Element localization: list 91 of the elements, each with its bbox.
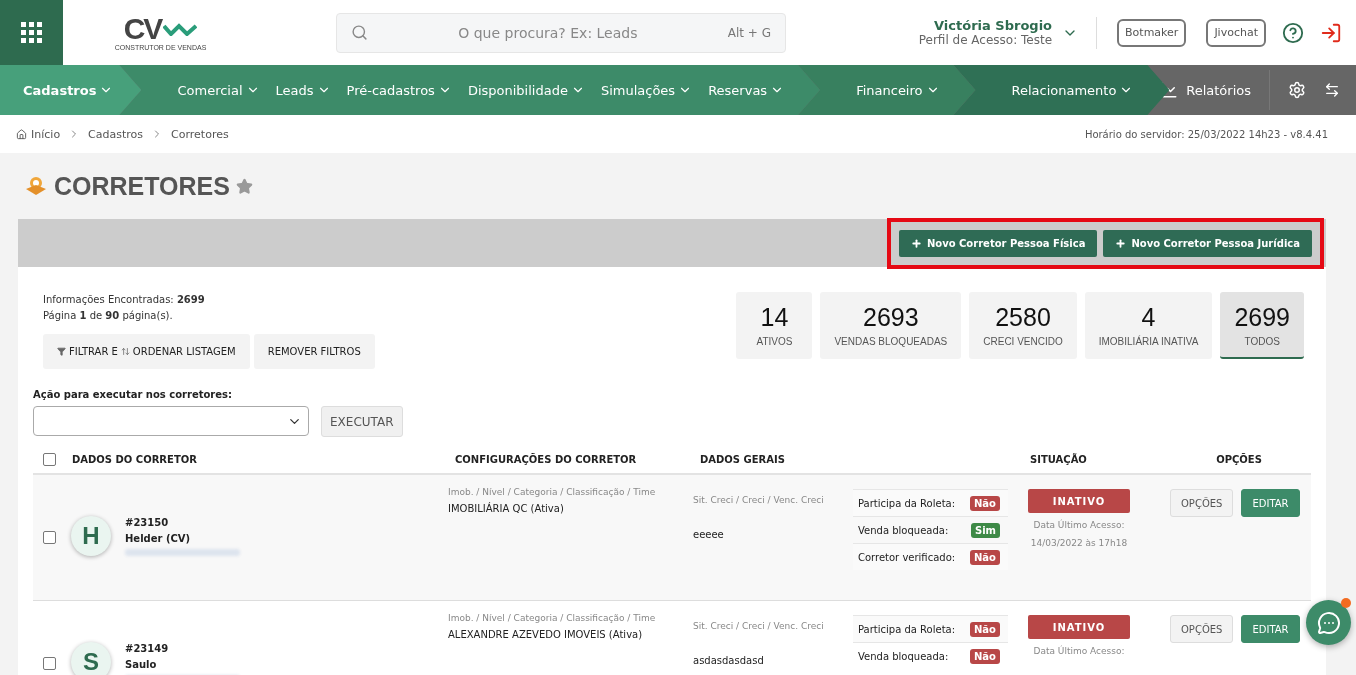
user-profile: Perfil de Acesso: Teste (918, 33, 1053, 47)
search-input[interactable]: O que procura? Ex: Leads (368, 23, 728, 42)
grid-icon (20, 21, 43, 44)
last-access-date: 14/03/2022 às 17h18 (1030, 537, 1128, 550)
search-field[interactable]: O que procura? Ex: Leads Alt + G (336, 12, 786, 53)
integration-button[interactable]: Botmaker (1117, 18, 1187, 47)
search-icon (351, 24, 368, 41)
logo-mark: CV (123, 14, 162, 44)
home-icon (16, 128, 27, 140)
nav-menu-item[interactable]: Pré-cadastros (346, 82, 452, 98)
execute-button[interactable]: EXECUTAR (321, 406, 403, 437)
user-name[interactable]: Victória Sbrogio (934, 18, 1053, 33)
logout-icon[interactable] (1320, 21, 1342, 44)
stat-tab[interactable]: 14 ATIVOS (736, 292, 813, 359)
breadcrumb-link[interactable]: Cadastros (88, 127, 144, 141)
flag-label: Participa da Roleta: (858, 623, 956, 635)
column-header: DADOS GERAIS (699, 453, 785, 465)
column-header: OPÇÕES (1215, 453, 1262, 465)
config-value: ALEXANDRE AZEVEDO IMOVEIS (Ativa) (448, 629, 643, 640)
status-badge: INATIVO (1028, 615, 1130, 639)
integration-button[interactable]: Jivochat (1206, 18, 1266, 47)
creci-value: eeeee (693, 529, 724, 540)
creci-value: asdasdasdasd (693, 655, 764, 666)
flag-badge: Não (970, 648, 1000, 664)
broker-id: #23150 (125, 516, 170, 528)
results-info: Página 1 de 90 página(s). (43, 309, 174, 323)
action-label: Ação para executar nos corretores: (33, 389, 234, 400)
last-access-label: Data Último Acesso: (1033, 644, 1125, 658)
stat-tab[interactable]: 2580 CRECI VENCIDO (969, 292, 1077, 359)
plus-icon (1115, 237, 1127, 249)
last-access-label: Data Último Acesso: (1033, 518, 1125, 532)
stat-tab[interactable]: 2699 TODOS (1220, 292, 1304, 359)
new-broker-button[interactable]: Novo Corretor Pessoa Física (898, 229, 1098, 257)
column-header: CONFIGURAÇÕES DO CORRETOR (454, 453, 637, 465)
creci-label: Sit. Creci / Creci / Venc. Creci (693, 621, 824, 631)
remove-filters-button[interactable]: REMOVER FILTROS (253, 334, 375, 369)
nav-menu-item[interactable]: Relacionamento (1011, 82, 1134, 98)
avatar: H (71, 516, 111, 556)
column-header: DADOS DO CORRETOR (71, 453, 197, 465)
star-icon[interactable] (235, 177, 253, 195)
wave-icon (163, 22, 198, 36)
row-checkbox[interactable] (42, 657, 56, 670)
flag-label: Corretor verificado: (858, 551, 956, 563)
flag-label: Participa da Roleta: (858, 497, 956, 509)
box-icon (24, 175, 48, 197)
flag-label: Venda bloqueada: (858, 650, 949, 662)
nav-menu-item[interactable]: Reservas (708, 82, 785, 98)
sort-icon (120, 347, 130, 356)
shortcut-hint: Alt + G (727, 25, 771, 40)
filter-button[interactable]: FILTRAR E ORDENAR LISTAGEM (43, 334, 250, 369)
nav-menu-item[interactable]: Comercial (177, 82, 260, 98)
new-broker-button[interactable]: Novo Corretor Pessoa Jurídica (1103, 229, 1312, 257)
stat-tab[interactable]: 2693 VENDAS BLOQUEADAS (820, 292, 962, 359)
flag-badge: Não (970, 549, 1000, 565)
options-button[interactable]: OPÇÕES (1170, 489, 1234, 517)
apps-menu-button[interactable] (0, 0, 63, 65)
plus-icon (910, 237, 922, 249)
flag-label: Venda bloqueada: (858, 524, 949, 536)
flag-badge: Não (970, 495, 1000, 511)
broker-name: Helder (CV) (125, 532, 192, 544)
column-header: SITUAÇÃO (1029, 453, 1087, 465)
nav-menu-item[interactable]: Simulações (600, 82, 693, 98)
flag-badge: Sim (970, 522, 1000, 538)
edit-button[interactable]: EDITAR (1241, 615, 1300, 643)
edit-button[interactable]: EDITAR (1241, 489, 1300, 517)
row-checkbox[interactable] (42, 531, 56, 544)
broker-id: #23149 (125, 642, 170, 654)
flag-badge: Não (970, 621, 1000, 637)
config-label: Imob. / Nível / Categoria / Classificação / Time (448, 487, 656, 497)
status-badge: INATIVO (1028, 489, 1130, 513)
nav-menu-item[interactable]: Leads (275, 82, 331, 98)
avatar: S (71, 642, 111, 675)
page-title: CORRETORES (54, 171, 230, 201)
options-button[interactable]: OPÇÕES (1170, 615, 1234, 643)
help-icon[interactable] (1282, 21, 1304, 44)
config-value: IMOBILIÁRIA QC (Ativa) (448, 503, 564, 514)
select-all-checkbox[interactable] (42, 452, 56, 466)
breadcrumb-link[interactable]: Início (16, 127, 61, 141)
notification-dot (1341, 598, 1351, 608)
broker-name: Saulo (125, 658, 158, 670)
reports-link[interactable]: Relatórios (1160, 70, 1270, 110)
results-info: Informações Encontradas: 2699 (43, 293, 206, 307)
config-label: Imob. / Nível / Categoria / Classificação / Time (448, 613, 656, 623)
filter-icon (57, 347, 66, 356)
breadcrumb-link[interactable]: Corretores (171, 127, 229, 141)
nav-menu-item[interactable]: Disponibilidade (467, 82, 585, 98)
nav-menu-item[interactable]: Financeiro (856, 82, 940, 98)
chat-icon (1316, 610, 1341, 635)
server-time: Horário do servidor: 25/03/2022 14h23 - v8.4.41 (1084, 128, 1328, 140)
creci-label: Sit. Creci / Creci / Venc. Creci (693, 495, 824, 505)
stat-tab[interactable]: 4 IMOBILIÁRIA INATIVA (1084, 292, 1213, 359)
